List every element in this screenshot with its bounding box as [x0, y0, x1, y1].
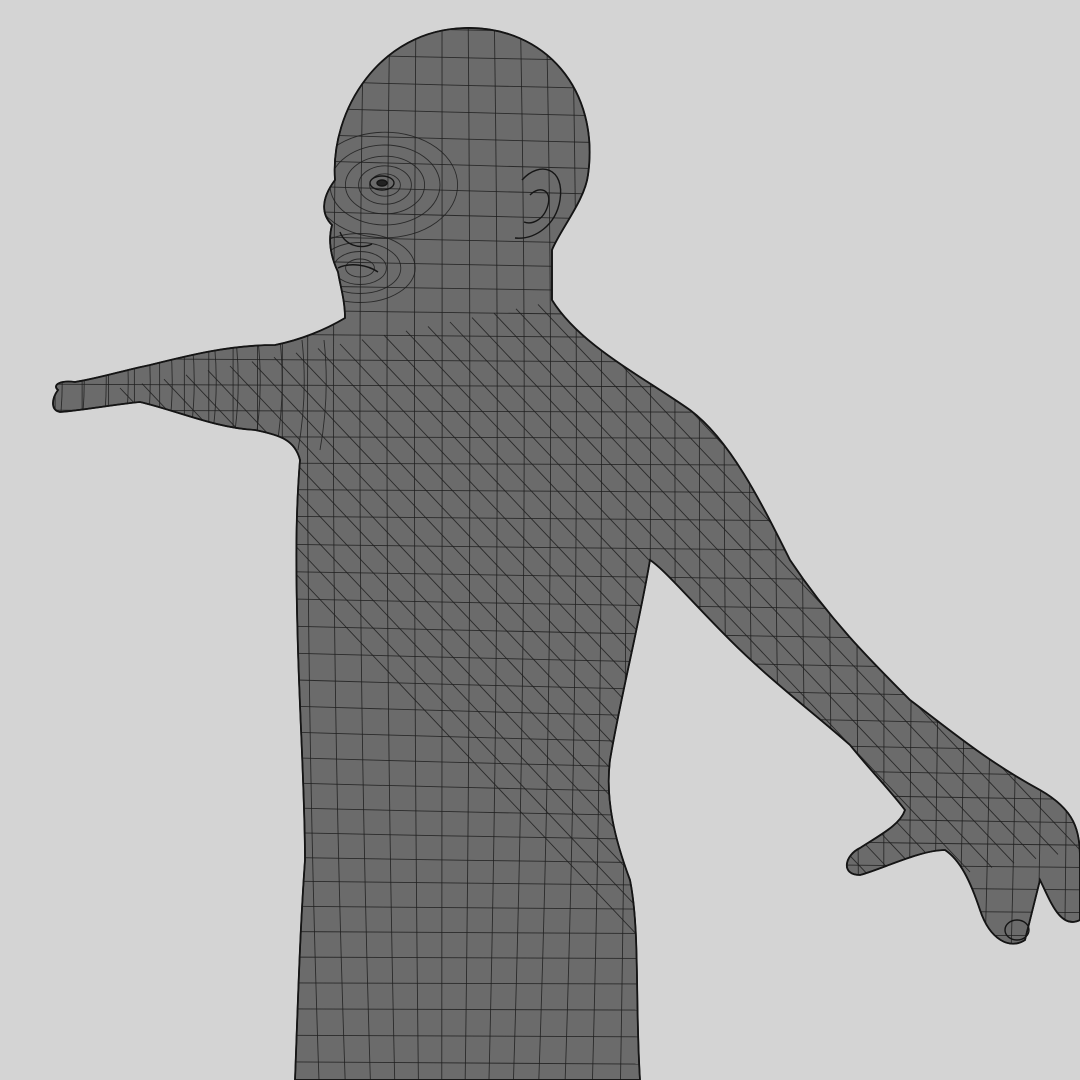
eye: [376, 179, 388, 187]
mesh-silhouette: [52, 27, 1080, 1080]
3d-viewport[interactable]: [0, 0, 1080, 1080]
mesh-render: [52, 27, 1080, 1080]
